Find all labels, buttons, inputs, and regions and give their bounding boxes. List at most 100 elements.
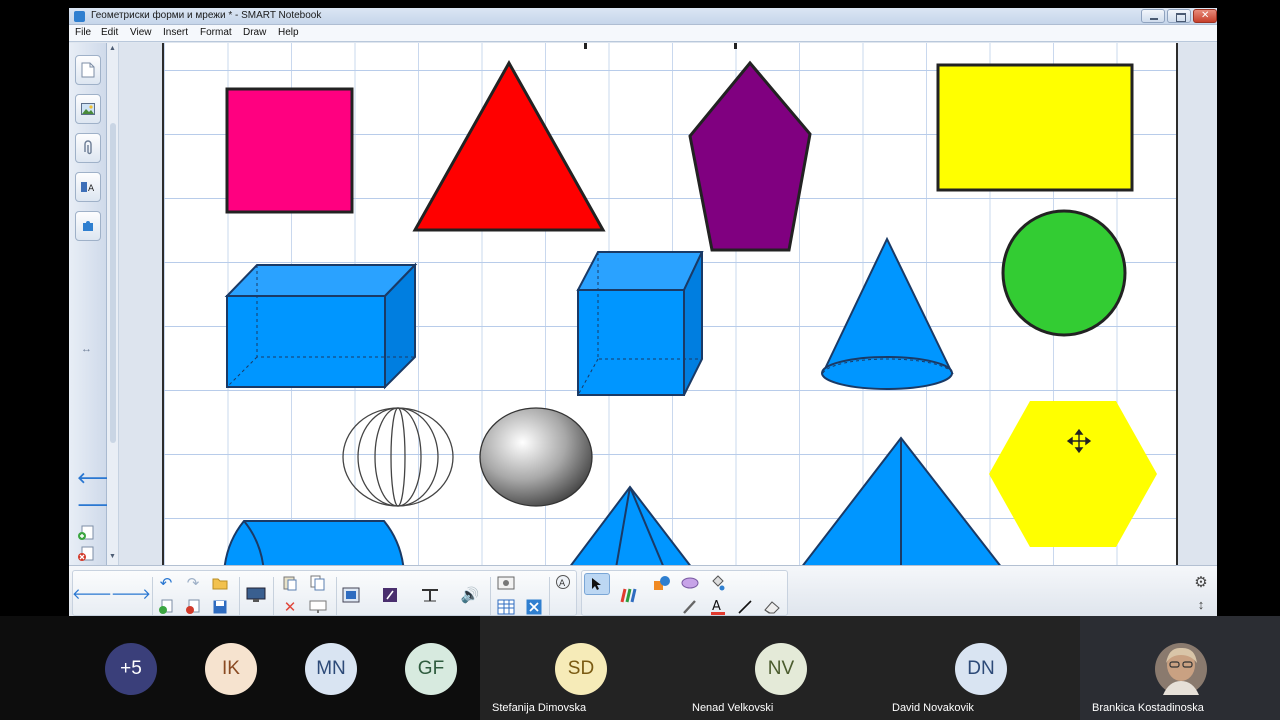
- save-icon[interactable]: [209, 597, 231, 616]
- delete-icon[interactable]: ✕: [279, 597, 301, 616]
- main-toolbar: 🡐 🡒 ↶ ↷ ✕ 🔊 A A ⚙ ↕: [69, 565, 1217, 616]
- shapes-icon[interactable]: [651, 573, 673, 593]
- participant-name: David Novakovik: [892, 702, 974, 714]
- menu-draw[interactable]: Draw: [243, 27, 266, 38]
- page-margin-left: [119, 43, 162, 565]
- separator: [490, 577, 491, 616]
- page-sorter-tab[interactable]: [75, 55, 101, 85]
- participant-tile[interactable]: Brankica Kostadinoska: [1080, 616, 1280, 720]
- maximize-button[interactable]: [1167, 9, 1191, 23]
- shaded-sphere-shape[interactable]: [479, 407, 593, 507]
- rectangular-prism-shape[interactable]: [224, 262, 418, 390]
- participants-bar: +5 IK MN GF SD Stefanija Dimovska NV Nen…: [0, 616, 1280, 720]
- circle-shape[interactable]: [1001, 209, 1127, 337]
- scroll-up-icon[interactable]: ▲: [109, 45, 116, 52]
- add-page-icon[interactable]: [77, 525, 95, 541]
- participant-tile[interactable]: DN David Novakovik: [880, 616, 1080, 720]
- page-icon: [81, 62, 95, 78]
- text-tool-icon[interactable]: [419, 585, 441, 605]
- screen: Геометриски форми и мрежи * - SMART Note…: [0, 0, 1280, 720]
- add-ons-tab[interactable]: [75, 211, 101, 241]
- avatar: DN: [955, 643, 1007, 695]
- svg-text:A: A: [88, 184, 95, 194]
- select-arrow-icon[interactable]: [584, 573, 610, 595]
- cone-shape[interactable]: [821, 236, 954, 390]
- pyramid-large-shape[interactable]: [801, 436, 1002, 565]
- triangle-shape[interactable]: [412, 59, 606, 232]
- participant-tile[interactable]: SD Stefanija Dimovska: [480, 616, 680, 720]
- redo-icon[interactable]: ↷: [182, 573, 204, 593]
- participant-name: Stefanija Dimovska: [492, 702, 587, 714]
- insert-image-icon[interactable]: [495, 573, 517, 593]
- scroll-thumb[interactable]: [110, 123, 116, 443]
- cut-off-mark: [584, 43, 587, 49]
- calligraphic-pen-icon[interactable]: [679, 597, 701, 616]
- close-button[interactable]: [1193, 9, 1217, 23]
- previous-page-icon[interactable]: 🡐: [72, 583, 112, 603]
- wireframe-sphere-shape[interactable]: [342, 407, 454, 507]
- rectangle-shape[interactable]: [936, 63, 1134, 192]
- full-screen-icon[interactable]: [340, 585, 362, 605]
- fill-icon[interactable]: [707, 573, 729, 593]
- separator: [273, 577, 274, 616]
- svg-text:A: A: [559, 579, 566, 589]
- properties-icon: A: [81, 182, 95, 194]
- delete-page-icon[interactable]: [182, 597, 204, 616]
- sound-icon[interactable]: 🔊: [459, 585, 481, 605]
- puzzle-icon: [83, 221, 93, 231]
- shapes-layer: [223, 43, 1157, 565]
- notebook-page-canvas[interactable]: [162, 43, 1178, 565]
- resize-arrows-icon[interactable]: ↔: [81, 343, 92, 355]
- magic-pen-icon[interactable]: A: [553, 573, 575, 593]
- next-page-icon[interactable]: 🡒: [111, 583, 151, 603]
- person-photo-icon: [1155, 643, 1207, 695]
- smart-ink-icon[interactable]: [379, 585, 401, 605]
- menu-insert[interactable]: Insert: [163, 27, 188, 38]
- line-tool-icon[interactable]: [734, 597, 756, 616]
- cube-shape[interactable]: [576, 251, 704, 396]
- menu-help[interactable]: Help: [278, 27, 299, 38]
- insert-table-icon[interactable]: [495, 597, 517, 616]
- minimize-button[interactable]: [1141, 9, 1165, 23]
- move-toolbar-icon[interactable]: ↕: [1190, 594, 1212, 614]
- undo-icon[interactable]: ↶: [155, 573, 177, 593]
- pyramid-shape[interactable]: [569, 485, 692, 565]
- hexagon-shape[interactable]: [989, 401, 1157, 547]
- pentagon-shape[interactable]: [688, 60, 812, 252]
- paste-icon[interactable]: [279, 573, 301, 593]
- attachments-tab[interactable]: [75, 133, 101, 163]
- menu-format[interactable]: Format: [200, 27, 232, 38]
- close-box-icon[interactable]: [523, 597, 545, 616]
- paperclip-icon: [84, 140, 92, 155]
- copy-icon[interactable]: [307, 573, 329, 593]
- add-page-icon[interactable]: [155, 597, 177, 616]
- delete-page-icon[interactable]: [77, 546, 95, 562]
- avatar: NV: [755, 643, 807, 695]
- toolbar-left-panel: 🡐 🡒 ↶ ↷ ✕ 🔊 A: [72, 570, 577, 616]
- cut-off-mark: [734, 43, 737, 49]
- scroll-down-icon[interactable]: ▼: [109, 553, 116, 560]
- toolbar-tools-panel: A: [581, 570, 788, 616]
- menu-edit[interactable]: Edit: [101, 27, 118, 38]
- gallery-icon: [81, 103, 95, 115]
- eraser-pink-icon[interactable]: [679, 573, 701, 593]
- pens-icon[interactable]: [617, 585, 639, 605]
- participant-tile[interactable]: NV Nenad Velkovski: [680, 616, 880, 720]
- menu-view[interactable]: View: [130, 27, 152, 38]
- properties-tab[interactable]: A: [75, 172, 101, 202]
- square-shape[interactable]: [225, 87, 354, 214]
- cylinder-shape[interactable]: [223, 520, 405, 565]
- text-color-icon[interactable]: A: [707, 597, 729, 616]
- separator: [239, 577, 240, 616]
- settings-gear-icon[interactable]: ⚙: [1190, 572, 1212, 592]
- gallery-tab[interactable]: [75, 94, 101, 124]
- open-folder-icon[interactable]: [209, 573, 231, 593]
- app-icon: [74, 11, 85, 22]
- clear-screen-icon[interactable]: [307, 597, 329, 616]
- avatar: SD: [555, 643, 607, 695]
- separator: [336, 577, 337, 616]
- menu-file[interactable]: File: [75, 27, 91, 38]
- eraser-icon[interactable]: [761, 597, 783, 616]
- side-scrollbar[interactable]: ▲ ▼: [107, 43, 119, 565]
- screen-shade-icon[interactable]: [245, 585, 267, 605]
